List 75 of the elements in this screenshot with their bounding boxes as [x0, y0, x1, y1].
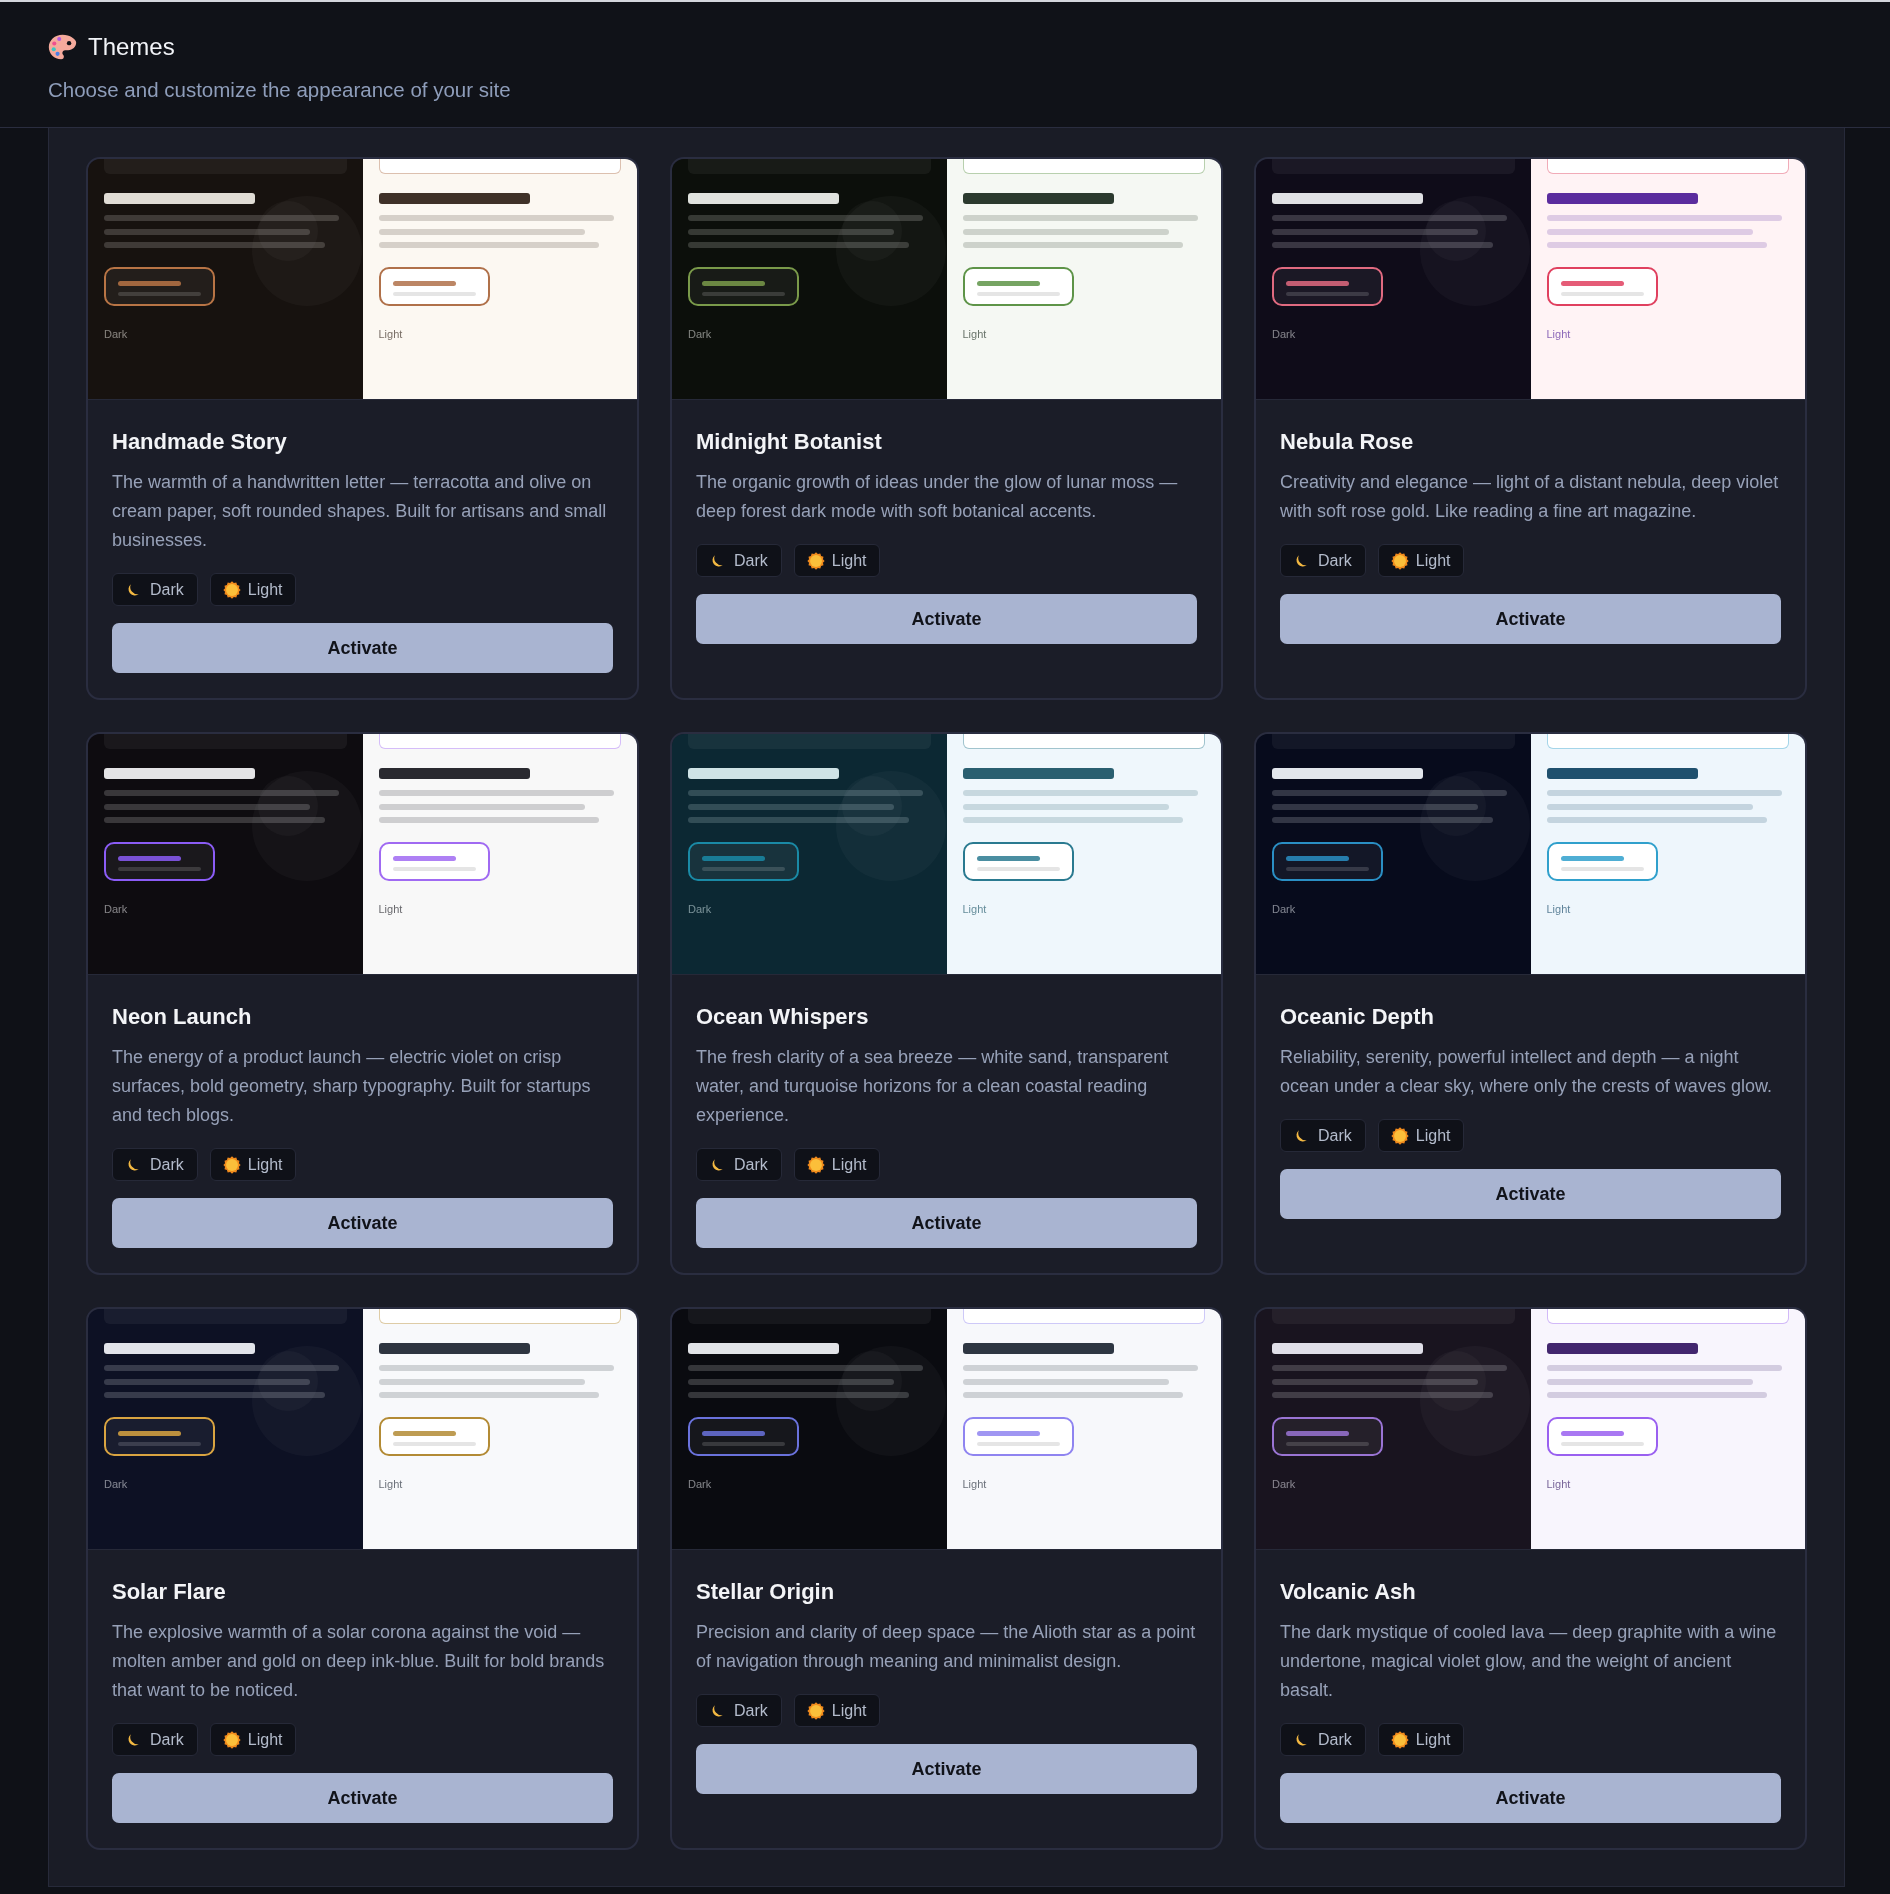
theme-description: The explosive warmth of a solar corona against the void — molten amber and gold on deep ink-blue. Built for bold brands that want to be noticed. [112, 1621, 606, 1702]
preview-label: Dark [1272, 902, 1296, 916]
sun-icon [222, 1730, 241, 1749]
mode-label: Light [831, 1154, 867, 1175]
activate-button[interactable]: Activate [696, 1744, 1197, 1794]
activate-button[interactable]: Activate [112, 623, 613, 673]
theme-description: Reliability, serenity, powerful intellect and depth — a night ocean under a clear sky, where only the crests of waves glow. [1280, 1046, 1773, 1098]
sun-icon [806, 551, 825, 570]
mode-label: Light [1415, 550, 1451, 571]
sun-icon [1390, 1126, 1409, 1145]
sun-icon [222, 1155, 241, 1174]
theme-name: Solar Flare [112, 1578, 227, 1606]
theme-description: The fresh clarity of a sea breeze — white sand, transparent water, and turquoise horizons for a clean coastal reading experience. [696, 1046, 1170, 1127]
palette-icon [48, 34, 77, 60]
sun-icon [1390, 1730, 1409, 1749]
activate-button[interactable]: Activate [1280, 1773, 1781, 1823]
mode-label: Light [247, 1729, 283, 1750]
preview-label: Dark [688, 327, 712, 341]
preview-label: Light [378, 327, 403, 341]
theme-description: Creativity and elegance — light of a distant nebula, deep violet with soft rose gold. Like reading a fine art magazine. [1280, 471, 1780, 523]
activate-button[interactable]: Activate [696, 1198, 1197, 1248]
preview-label: Light [378, 1477, 403, 1491]
theme-name: Volcanic Ash [1280, 1578, 1417, 1606]
page-title: Themes [88, 32, 175, 62]
theme-name: Nebula Rose [1280, 428, 1415, 456]
preview-label: Light [1546, 1477, 1571, 1491]
preview-label: Light [378, 902, 403, 916]
mode-label: Light [1415, 1125, 1451, 1146]
theme-description: Precision and clarity of deep space — the Alioth star as a point of navigation through meaning and minimalist design. [696, 1621, 1197, 1673]
theme-name: Ocean Whispers [696, 1003, 870, 1031]
mode-label: Dark [734, 1700, 768, 1721]
sun-icon [222, 580, 241, 599]
mode-label: Light [831, 1700, 867, 1721]
preview-label: Dark [104, 902, 128, 916]
preview-label: Dark [104, 327, 128, 341]
theme-name: Midnight Botanist [696, 428, 883, 456]
theme-name: Stellar Origin [696, 1578, 836, 1606]
activate-button[interactable]: Activate [696, 594, 1197, 644]
activate-button[interactable]: Activate [112, 1773, 613, 1823]
activate-button[interactable]: Activate [112, 1198, 613, 1248]
theme-name: Handmade Story [112, 428, 288, 456]
mode-label: Dark [1318, 1729, 1352, 1750]
page-subtitle: Choose and customize the appearance of your site [48, 77, 511, 103]
preview-label: Dark [688, 902, 712, 916]
preview-label: Dark [1272, 1477, 1296, 1491]
theme-description: The dark mystique of cooled lava — deep graphite with a wine undertone, magical violet glow, and the weight of ancient basalt. [1280, 1621, 1778, 1702]
mode-label: Dark [150, 1154, 184, 1175]
activate-button[interactable]: Activate [1280, 594, 1781, 644]
preview-label: Light [962, 902, 987, 916]
mode-label: Dark [1318, 550, 1352, 571]
sun-icon [806, 1701, 825, 1720]
sun-icon [1390, 551, 1409, 570]
mode-label: Dark [734, 1154, 768, 1175]
preview-label: Dark [1272, 327, 1296, 341]
activate-button[interactable]: Activate [1280, 1169, 1781, 1219]
theme-name: Neon Launch [112, 1003, 253, 1031]
theme-description: The warmth of a handwritten letter — terracotta and olive on cream paper, soft rounded shapes. Built for artisans and small businesses. [112, 471, 608, 552]
mode-label: Dark [150, 1729, 184, 1750]
theme-description: The organic growth of ideas under the glow of lunar moss — deep forest dark mode with soft botanical accents. [696, 471, 1179, 523]
preview-label: Dark [688, 1477, 712, 1491]
mode-label: Light [247, 579, 283, 600]
mode-label: Light [1415, 1729, 1451, 1750]
preview-label: Light [1546, 327, 1571, 341]
sun-icon [806, 1155, 825, 1174]
mode-label: Dark [734, 550, 768, 571]
preview-label: Light [962, 327, 987, 341]
theme-description: The energy of a product launch — electric violet on crisp surfaces, bold geometry, sharp typography. Built for startups and tech blogs. [112, 1046, 592, 1127]
mode-label: Light [247, 1154, 283, 1175]
mode-label: Light [831, 550, 867, 571]
theme-name: Oceanic Depth [1280, 1003, 1436, 1031]
preview-label: Dark [104, 1477, 128, 1491]
preview-label: Light [1546, 902, 1571, 916]
preview-label: Light [962, 1477, 987, 1491]
mode-label: Dark [1318, 1125, 1352, 1146]
mode-label: Dark [150, 579, 184, 600]
